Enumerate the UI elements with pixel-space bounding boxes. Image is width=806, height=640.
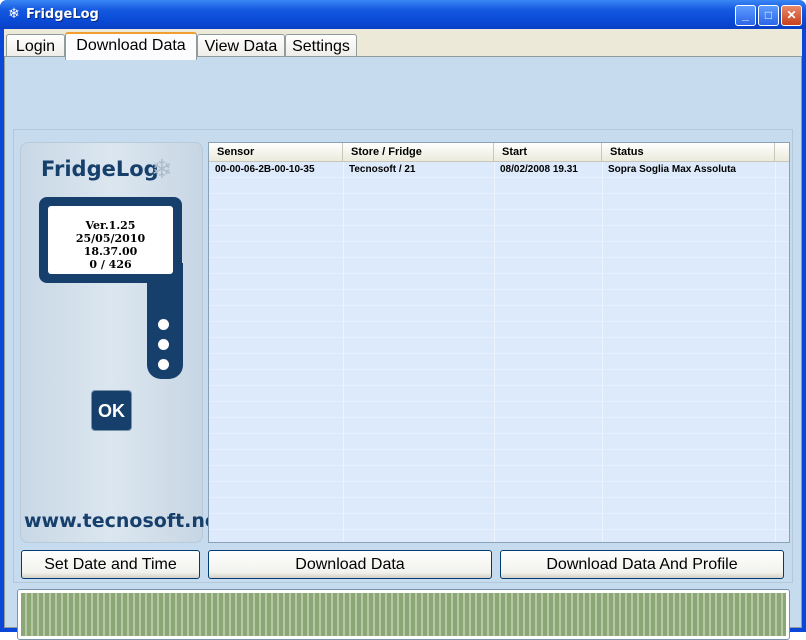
set-date-time-button[interactable]: Set Date and Time [21,550,200,579]
list-body [209,162,789,542]
led-indicator [158,339,169,350]
tab-view-data[interactable]: View Data [197,34,285,58]
snowflake-icon: ❄ [8,5,20,21]
list-header: Sensor Store / Fridge Start Status [209,143,789,162]
device-count: 0 / 426 [89,258,132,271]
download-data-button[interactable]: Download Data [208,550,492,579]
tab-settings[interactable]: Settings [285,34,357,58]
app-window: ❄ FridgeLog _ □ ✕ Login Download Data Vi… [0,0,806,640]
sensor-list[interactable]: Sensor Store / Fridge Start Status 00-00… [208,142,790,543]
ok-button[interactable]: OK [91,390,132,431]
maximize-button[interactable]: □ [758,5,779,26]
progress-fill [21,593,786,636]
table-row[interactable]: 00-00-06-2B-00-10-35 Tecnosoft / 21 08/0… [209,163,789,178]
cell-start: 08/02/2008 19.31 [500,164,578,175]
column-divider [602,162,603,542]
device-version: Ver.1.25 [85,219,136,232]
progress-bar [17,589,790,640]
led-indicator [158,319,169,330]
device-datetime: 25/05/2010 18.37.00 [75,232,146,258]
client-area: Login Download Data View Data Settings F… [4,29,802,640]
column-status[interactable]: Status [602,143,775,161]
minimize-button[interactable]: _ [735,5,756,26]
website-link[interactable]: www.tecnosoft.net [24,510,227,532]
logger-screen: Ver.1.25 25/05/2010 18.37.00 0 / 426 [48,206,173,274]
cell-status: Sopra Soglia Max Assoluta [608,164,736,175]
window-title: FridgeLog [26,7,99,22]
device-panel: FridgeLog ❄ Ver.1.25 25/05/2010 18.37.00… [20,142,227,543]
cell-store: Tecnosoft / 21 [349,164,416,175]
cell-sensor: 00-00-06-2B-00-10-35 [215,164,315,175]
close-button[interactable]: ✕ [781,5,802,26]
download-data-page: FridgeLog ❄ Ver.1.25 25/05/2010 18.37.00… [4,56,802,640]
column-divider [343,162,344,542]
column-sensor[interactable]: Sensor [209,143,343,161]
brand-title: FridgeLog [41,157,159,181]
tab-login[interactable]: Login [6,34,65,58]
column-store-fridge[interactable]: Store / Fridge [343,143,494,161]
title-bar[interactable]: ❄ FridgeLog _ □ ✕ [0,0,806,29]
column-start[interactable]: Start [494,143,602,161]
tab-download-data[interactable]: Download Data [65,32,197,60]
led-indicator [158,359,169,370]
download-data-profile-button[interactable]: Download Data And Profile [500,550,784,579]
column-divider [494,162,495,542]
snowflake-icon: ❄ [151,154,173,184]
column-divider [775,162,776,542]
